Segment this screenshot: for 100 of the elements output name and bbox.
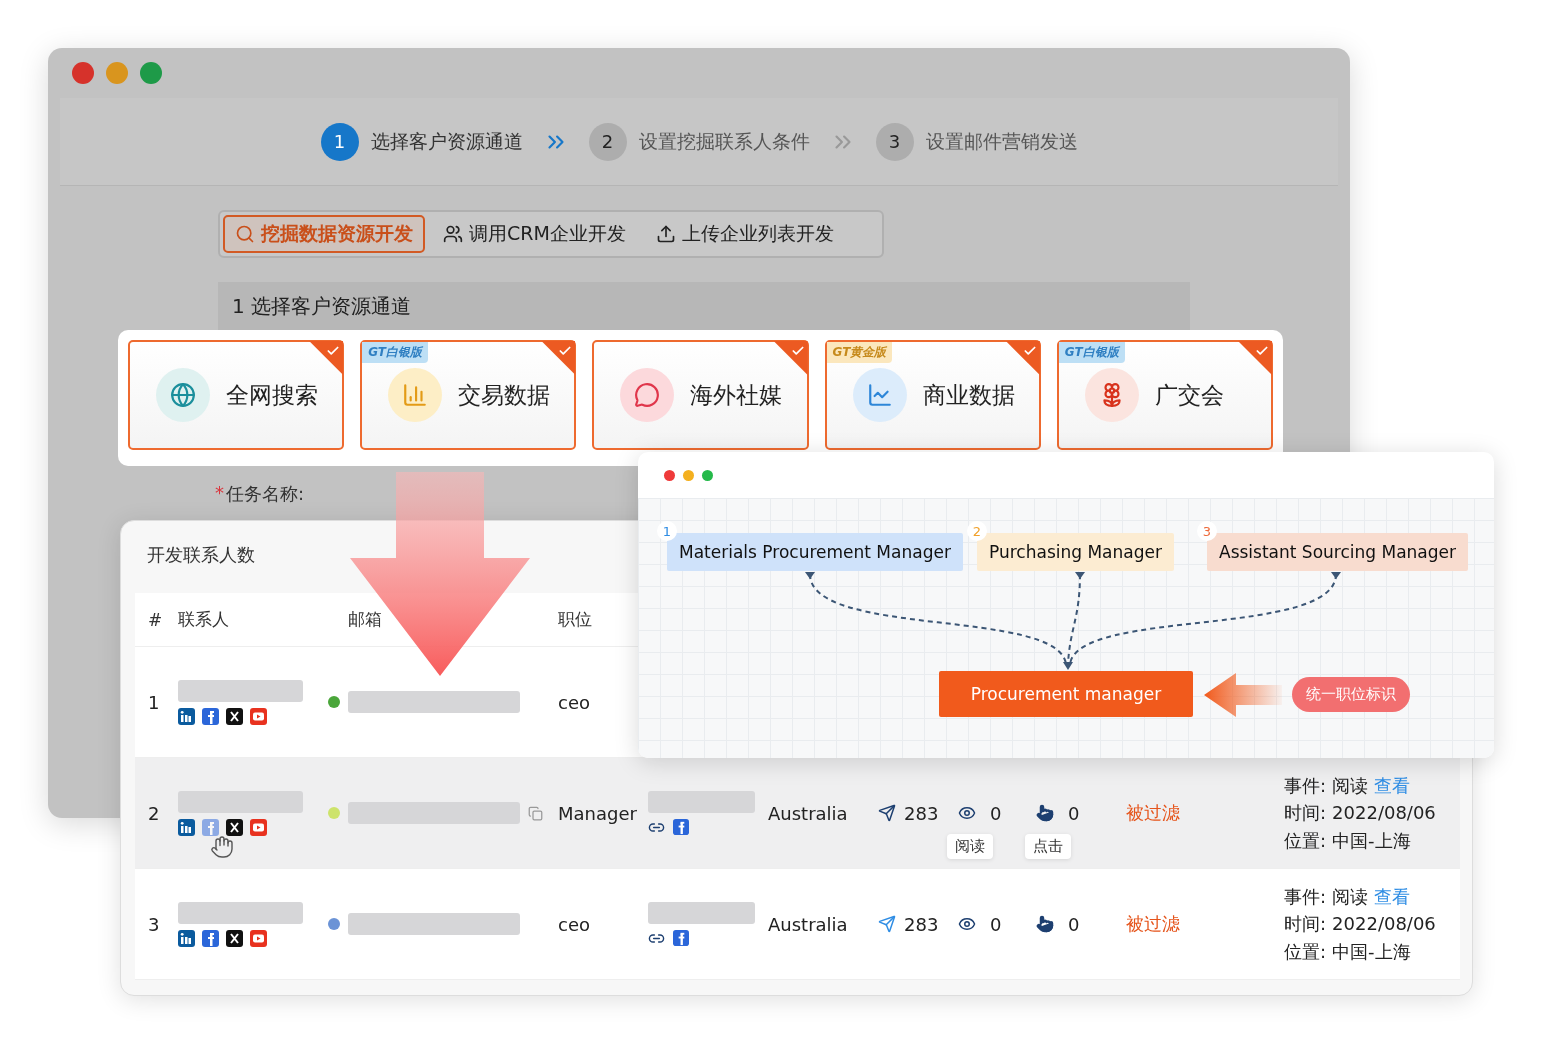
click-count: 0 — [1068, 802, 1080, 824]
column-header: 邮箱 — [348, 608, 383, 631]
youtube-icon[interactable] — [250, 929, 267, 947]
country-cell-text: Australia — [768, 802, 849, 824]
channel-card[interactable]: GT白银版 交易数据 — [360, 340, 577, 450]
event-label: 事件: — [1284, 774, 1327, 797]
eye-icon — [958, 804, 976, 822]
node-number: 1 — [657, 521, 677, 541]
node-number: 3 — [1197, 521, 1217, 541]
close-button[interactable] — [72, 62, 94, 84]
channel-card[interactable]: GT白银版 广交会 — [1056, 340, 1273, 450]
channel-card[interactable]: 海外社媒 — [592, 340, 809, 450]
column-header: # — [148, 609, 164, 630]
facebook-icon[interactable] — [673, 930, 689, 946]
upload-icon — [655, 224, 676, 244]
sent-count: 283 — [904, 913, 939, 935]
check-icon — [1022, 344, 1037, 358]
channel-card[interactable]: GT黄金版 商业数据 — [824, 340, 1041, 450]
facebook-icon[interactable] — [202, 707, 219, 725]
task-name-label: 任务名称: — [226, 482, 305, 506]
send-icon — [878, 804, 896, 822]
eye-icon — [958, 915, 976, 933]
step-number[interactable]: 1 — [320, 122, 359, 161]
time-value: 2022/08/06 — [1332, 802, 1436, 824]
event-value: 阅读 — [1332, 885, 1369, 908]
x-icon[interactable] — [226, 818, 243, 836]
check-icon — [790, 344, 805, 358]
edition-badge: GT白银版 — [1058, 342, 1125, 363]
linkedin-icon[interactable] — [178, 818, 195, 836]
event-label: 事件: — [1284, 885, 1327, 908]
tooltip: 点击 — [1025, 834, 1071, 859]
channel-label: 商业数据 — [922, 380, 1015, 410]
hand-cursor-icon — [210, 834, 234, 859]
bar-chart-icon — [388, 368, 443, 422]
status-text: 被过滤 — [1126, 912, 1181, 936]
channel-label: 海外社媒 — [690, 380, 783, 410]
check-icon — [326, 344, 341, 358]
location-label: 位置: — [1284, 829, 1327, 852]
view-link[interactable]: 查看 — [1374, 885, 1411, 908]
channel-card[interactable]: 全网搜索 — [128, 340, 345, 450]
x-icon[interactable] — [226, 707, 243, 725]
time-label: 时间: — [1284, 802, 1327, 824]
time-label: 时间: — [1284, 913, 1327, 935]
channel-label: 全网搜索 — [226, 380, 318, 410]
event-value: 阅读 — [1332, 774, 1369, 797]
close-button[interactable] — [664, 469, 675, 481]
status-text: 被过滤 — [1126, 801, 1181, 825]
node-number: 2 — [967, 521, 987, 541]
time-value: 2022/08/06 — [1332, 913, 1436, 935]
read-count: 0 — [990, 802, 1002, 824]
mode-tab[interactable]: 调用CRM企业开发 — [431, 215, 638, 253]
column-header: 职位 — [558, 608, 593, 631]
step-label: 选择客户资源通道 — [370, 128, 523, 154]
send-icon — [878, 915, 896, 933]
youtube-icon[interactable] — [250, 818, 267, 836]
pointer-icon — [1036, 915, 1054, 933]
row-number: 1 — [148, 691, 161, 713]
channel-label: 广交会 — [1154, 380, 1224, 410]
mode-tab[interactable]: 上传企业列表开发 — [643, 215, 846, 253]
check-icon — [1255, 344, 1269, 358]
facebook-icon[interactable] — [202, 929, 219, 947]
position-cell-text: ceo — [558, 913, 591, 935]
position-cell-text: ceo — [558, 691, 591, 713]
location-value: 中国-上海 — [1332, 829, 1411, 852]
tooltip: 阅读 — [947, 834, 993, 859]
click-count: 0 — [1068, 913, 1080, 935]
check-icon — [558, 344, 573, 358]
section-title: 1 选择客户资源通道 — [218, 282, 1190, 330]
row-number: 3 — [148, 913, 161, 935]
sent-count: 283 — [904, 802, 939, 824]
step-label: 设置挖掘联系人条件 — [638, 128, 810, 154]
location-value: 中国-上海 — [1332, 940, 1411, 963]
location-label: 位置: — [1284, 940, 1327, 963]
people-icon — [443, 224, 463, 244]
edition-badge: GT黄金版 — [826, 342, 893, 363]
row-number: 2 — [148, 802, 161, 824]
unify-title-tag: 统一职位标识 — [1292, 677, 1410, 712]
channel-label: 交易数据 — [458, 380, 551, 410]
position-cell-text: Manager — [558, 802, 638, 824]
step-number[interactable]: 3 — [875, 122, 914, 161]
youtube-icon[interactable] — [250, 707, 267, 725]
line-chart-icon — [852, 368, 907, 422]
step-label: 设置邮件营销发送 — [925, 128, 1078, 154]
linkedin-icon[interactable] — [178, 707, 195, 725]
country-cell-text: Australia — [768, 913, 849, 935]
column-header: 联系人 — [178, 608, 230, 631]
globe-icon — [156, 368, 210, 422]
maximize-button[interactable] — [702, 469, 713, 481]
read-count: 0 — [990, 913, 1002, 935]
pointer-icon — [1036, 804, 1054, 822]
target-node: Procurement manager — [939, 671, 1193, 717]
search-icon — [235, 224, 255, 244]
edition-badge: GT白银版 — [362, 342, 429, 363]
panel-title: 开发联系人数 — [147, 543, 255, 567]
x-icon[interactable] — [226, 929, 243, 947]
step-number[interactable]: 2 — [588, 122, 627, 161]
required-mark: * — [215, 482, 224, 505]
facebook-icon[interactable] — [673, 819, 689, 835]
linkedin-icon[interactable] — [178, 929, 195, 947]
chat-bubble-icon — [620, 368, 675, 422]
